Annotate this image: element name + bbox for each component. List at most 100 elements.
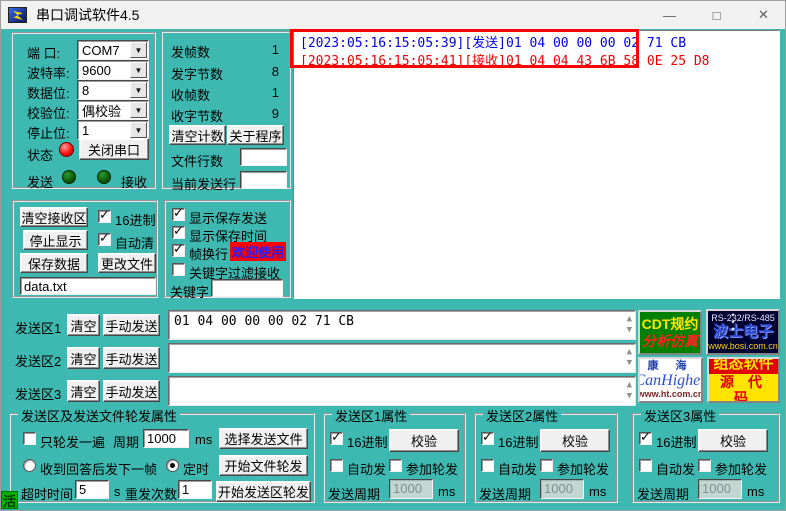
loop-period-field[interactable]: 1000 <box>143 429 189 448</box>
start-file-loop-button[interactable]: 开始文件轮发 <box>219 455 308 476</box>
timer-mode-radio[interactable] <box>166 459 179 472</box>
stop-display-button[interactable]: 停止显示 <box>23 230 88 250</box>
auto-send-checkbox[interactable] <box>481 459 494 472</box>
change-file-button[interactable]: 更改文件 <box>98 253 156 273</box>
counters-panel: 发帧数 1 发字节数 8 收帧数 1 收字节数 9 清空计数 关于程序 文件行数… <box>161 31 291 192</box>
answer-mode-radio[interactable] <box>23 459 36 472</box>
hex-display-label: 16进制 <box>115 213 156 228</box>
current-send-label: 当前发送行 <box>171 177 237 192</box>
send-area-1-label: 发送区1 <box>15 321 62 336</box>
close-port-button[interactable]: 关闭串口 <box>79 138 149 160</box>
send-area-2-clear-button[interactable]: 清空 <box>67 347 100 369</box>
timeout-field[interactable]: 5 <box>75 480 109 499</box>
save-filename-field[interactable]: data.txt <box>20 277 156 295</box>
scroll-down-icon[interactable]: ▼ <box>627 392 632 401</box>
databits-select[interactable]: 8 ▼ <box>77 80 149 100</box>
keyword-label: 关键字 <box>170 285 210 300</box>
status-label: 状态 <box>27 148 54 163</box>
join-loop-label: 参加轮发 <box>406 462 459 477</box>
auto-send-label: 自动发 <box>498 462 538 477</box>
loop-properties-title: 发送区及发送文件轮发属性 <box>18 406 181 425</box>
auto-clear-checkbox[interactable]: ✓ <box>98 230 111 246</box>
join-loop-label: 参加轮发 <box>715 462 768 477</box>
auto-send-checkbox[interactable] <box>639 459 652 472</box>
maximize-icon[interactable]: □ <box>693 1 740 29</box>
loop-once-checkbox[interactable] <box>23 432 36 445</box>
auto-send-checkbox[interactable] <box>330 459 343 472</box>
clear-count-button[interactable]: 清空计数 <box>169 125 226 145</box>
send-area-3-input[interactable]: ▲ ▼ <box>168 376 636 406</box>
check-icon: ✓ <box>482 429 493 444</box>
hex-label: 16进制 <box>656 435 697 450</box>
rx-bytes-value: 9 <box>271 106 279 121</box>
about-button[interactable]: 关于程序 <box>227 125 284 145</box>
check-icon: ✓ <box>173 223 184 238</box>
rx-led <box>97 170 111 184</box>
receive-log-area[interactable]: [2023:05:16:15:05:39][发送]01 04 00 00 00 … <box>293 30 780 299</box>
retry-field[interactable]: 1 <box>178 480 212 499</box>
stopbits-select[interactable]: 1 ▼ <box>77 120 149 140</box>
scroll-down-icon[interactable]: ▼ <box>627 326 632 335</box>
current-send-field[interactable] <box>240 171 287 189</box>
scroll-up-icon[interactable]: ▲ <box>627 381 632 390</box>
port-select[interactable]: COM7 ▼ <box>77 40 149 60</box>
hex-checkbox[interactable]: ✓ <box>330 429 343 445</box>
join-loop-checkbox[interactable] <box>540 459 553 472</box>
send-area-1-manual-button[interactable]: 手动发送 <box>103 314 160 336</box>
show-save-send-label: 显示保存发送 <box>189 211 268 226</box>
check-icon: ✓ <box>173 241 184 256</box>
scroll-down-icon[interactable]: ▼ <box>627 359 632 368</box>
clear-receive-button[interactable]: 清空接收区 <box>20 207 88 227</box>
start-area-loop-button[interactable]: 开始发送区轮发 <box>216 481 311 502</box>
frame-wrap-checkbox[interactable]: ✓ <box>172 241 185 257</box>
close-icon[interactable]: ✕ <box>740 1 785 29</box>
timeout-label: 超时时间 <box>21 487 74 502</box>
chevron-down-icon[interactable]: ▼ <box>130 42 147 58</box>
verify-button[interactable]: 校验 <box>698 429 768 452</box>
hex-label: 16进制 <box>498 435 539 450</box>
file-lines-field[interactable] <box>240 148 287 166</box>
send-period-field: 1000 <box>389 479 433 499</box>
send-area-2-input[interactable]: ▲ ▼ <box>168 343 636 373</box>
show-save-time-checkbox[interactable]: ✓ <box>172 223 185 239</box>
chevron-down-icon[interactable]: ▼ <box>130 62 147 78</box>
log-line-sent: [2023:05:16:15:05:39][发送]01 04 00 00 00 … <box>300 36 687 51</box>
hex-display-checkbox[interactable]: ✓ <box>98 207 111 223</box>
verify-button[interactable]: 校验 <box>389 429 459 452</box>
scroll-up-icon[interactable]: ▲ <box>627 315 632 324</box>
scroll-up-icon[interactable]: ▲ <box>627 348 632 357</box>
title-bar: 串口调试软件4.5 — □ ✕ <box>1 1 785 29</box>
send-area-3-manual-button[interactable]: 手动发送 <box>103 380 160 402</box>
ime-indicator[interactable]: 活 <box>1 491 18 509</box>
show-save-send-checkbox[interactable]: ✓ <box>172 205 185 221</box>
parity-label: 校验位: <box>27 106 70 121</box>
send-period-unit: ms <box>589 484 607 499</box>
minimize-icon[interactable]: — <box>646 1 693 29</box>
tx-bytes-label: 发字节数 <box>171 67 224 82</box>
window-controls: — □ ✕ <box>646 1 785 29</box>
parity-select[interactable]: 偶校验 ▼ <box>77 100 149 120</box>
select-send-file-button[interactable]: 选择发送文件 <box>219 428 308 449</box>
send-area-1-clear-button[interactable]: 清空 <box>67 314 100 336</box>
auto-send-label: 自动发 <box>656 462 696 477</box>
chevron-down-icon[interactable]: ▼ <box>130 82 147 98</box>
join-loop-checkbox[interactable] <box>389 459 402 472</box>
join-loop-checkbox[interactable] <box>698 459 711 472</box>
keyword-field[interactable] <box>211 279 283 297</box>
scada-badge: 组态软件 源 代 码 <box>707 357 780 403</box>
timeout-unit: s <box>114 484 121 499</box>
hex-checkbox[interactable]: ✓ <box>481 429 494 445</box>
save-data-button[interactable]: 保存数据 <box>20 253 88 273</box>
display-options-panel: ✓ 显示保存发送 ✓ 显示保存时间 ✓ 帧换行 欢迎使用 关键字过滤接收 关键字 <box>164 200 291 300</box>
send-area-3-clear-button[interactable]: 清空 <box>67 380 100 402</box>
loop-period-label: 周期 <box>113 435 140 450</box>
chevron-down-icon[interactable]: ▼ <box>130 122 147 138</box>
keyword-filter-checkbox[interactable] <box>172 263 185 276</box>
chevron-down-icon[interactable]: ▼ <box>130 102 147 118</box>
verify-button[interactable]: 校验 <box>540 429 610 452</box>
send-area-1-input[interactable]: 01 04 00 00 00 02 71 CB ▲ ▼ <box>168 310 636 340</box>
hex-checkbox[interactable]: ✓ <box>639 429 652 445</box>
receive-controls-panel: 清空接收区 ✓ 16进制 停止显示 ✓ 自动清 保存数据 更改文件 data.t… <box>12 200 158 298</box>
send-area-2-manual-button[interactable]: 手动发送 <box>103 347 160 369</box>
baud-select[interactable]: 9600 ▼ <box>77 60 149 80</box>
